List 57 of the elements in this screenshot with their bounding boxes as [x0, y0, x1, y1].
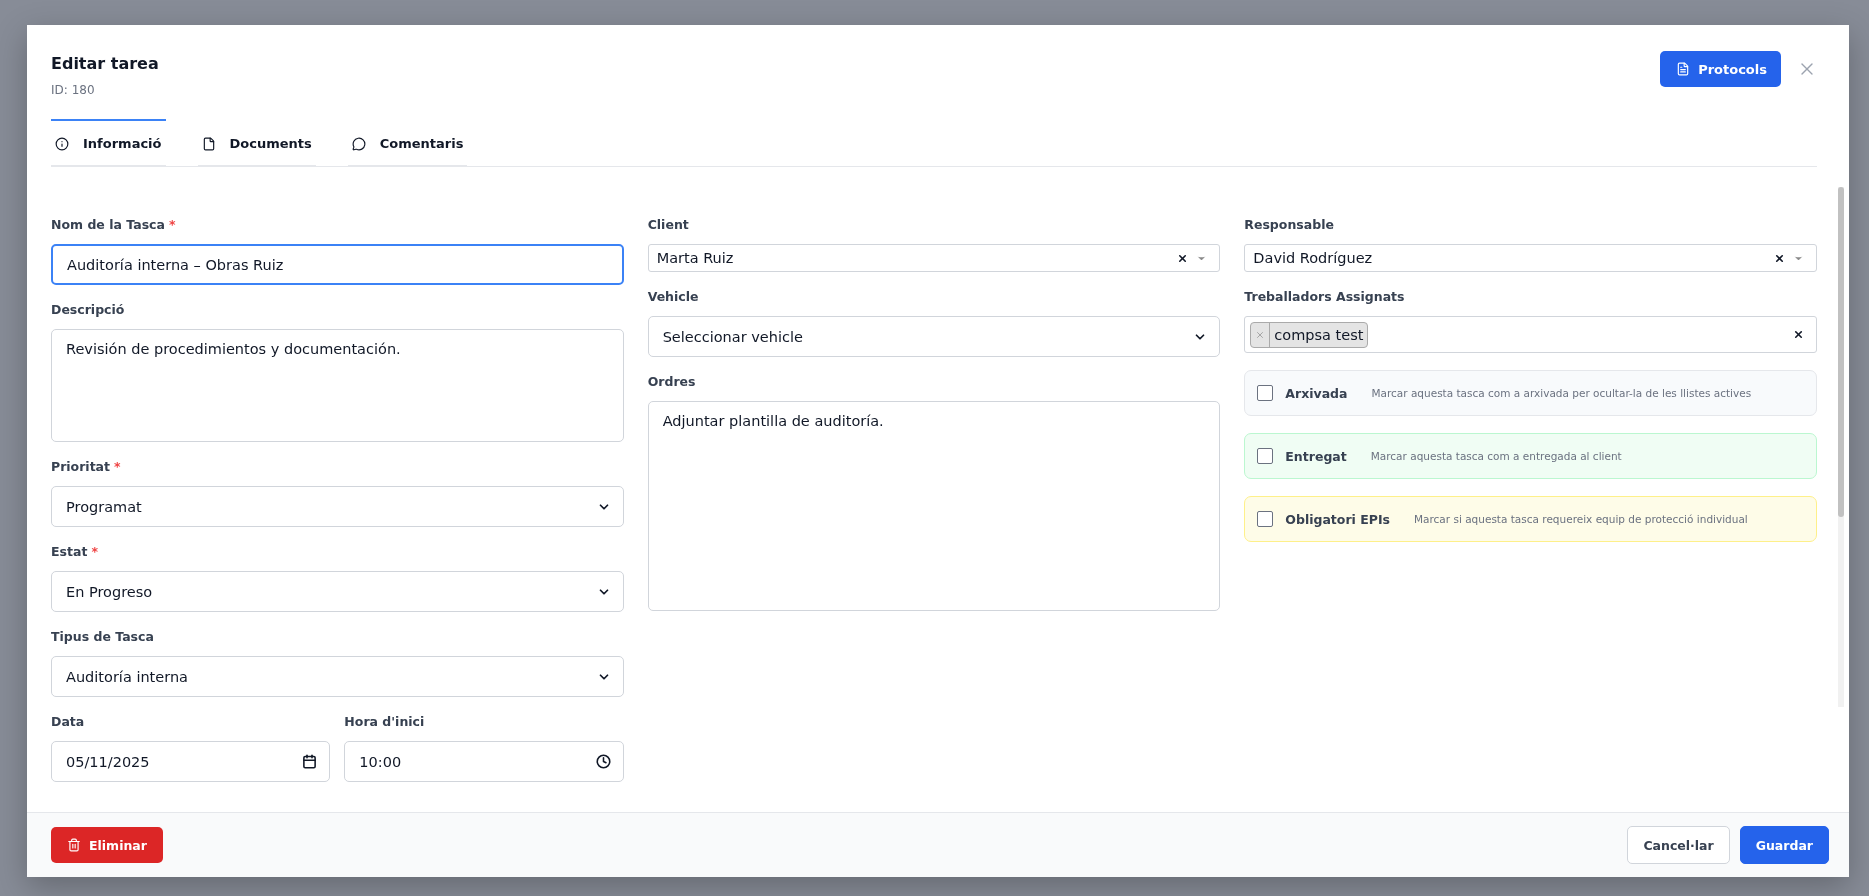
text-input[interactable]: Auditoría interna – Obras Ruiz	[51, 244, 624, 285]
tag-chip: compsa test	[1250, 321, 1369, 348]
select-dropdown[interactable]: En Progreso	[51, 571, 624, 612]
field-label: Estat	[51, 544, 88, 559]
text-area[interactable]: Revisión de procedimientos y documentación.	[51, 329, 624, 442]
field-label: Client	[647, 217, 689, 232]
document-icon	[201, 136, 216, 151]
combo-box[interactable]: Marta Ruiz	[647, 244, 1221, 272]
tab[interactable]: Comentaris	[347, 119, 468, 166]
option-hint: Marcar aquesta tasca com a entregada al client	[1370, 450, 1622, 462]
field-label: Tipus de Tasca	[51, 629, 154, 644]
tab[interactable]: Documents	[197, 119, 316, 166]
protocols-button[interactable]: Protocols	[1660, 51, 1781, 87]
checkbox[interactable]	[1257, 511, 1274, 527]
field-label: Nom de la Tasca	[51, 217, 165, 232]
checkbox[interactable]	[1257, 448, 1274, 464]
calendar-icon	[302, 754, 318, 769]
field-label: Treballadors Assignats	[1244, 289, 1405, 304]
required-mark: *	[168, 217, 176, 232]
select-dropdown[interactable]: Auditoría interna	[51, 656, 624, 697]
clear-icon[interactable]	[1793, 329, 1804, 340]
required-mark: *	[114, 459, 121, 474]
info-icon	[55, 136, 69, 151]
chat-bubble-icon	[351, 136, 366, 151]
select-dropdown[interactable]: Programat	[51, 486, 624, 527]
date-input[interactable]: 05/11/2025	[51, 741, 331, 782]
field-label: Vehicle	[647, 289, 699, 304]
field-label: Descripció	[51, 302, 125, 317]
time-input[interactable]: 10:00	[344, 741, 624, 782]
clear-icon[interactable]	[1177, 252, 1189, 264]
select-dropdown[interactable]: Seleccionar vehicle	[647, 316, 1221, 357]
option-label: Arxivada	[1285, 385, 1348, 401]
option-label: Obligatori EPIs	[1285, 511, 1390, 527]
dialog-subtitle: ID: 180	[51, 83, 96, 97]
field-label: Data	[51, 714, 85, 729]
combo-box[interactable]: David Rodríguez	[1244, 244, 1817, 272]
clear-icon[interactable]	[1774, 252, 1785, 264]
scrollbar[interactable]	[1838, 187, 1844, 707]
clock-icon	[595, 754, 611, 769]
field-label: Responsable	[1244, 217, 1334, 232]
option-label: Entregat	[1285, 448, 1347, 464]
dialog-title: Editar tarea	[51, 54, 159, 73]
option-hint: Marcar si aquesta tasca requereix equip de protecció individual	[1414, 513, 1748, 525]
required-mark: *	[91, 544, 98, 559]
option-hint: Marcar aquesta tasca com a arxivada per ocultar-la de les llistes actives	[1371, 387, 1752, 399]
tab[interactable]: Informació	[51, 119, 166, 166]
trash-icon	[67, 838, 81, 852]
save-button[interactable]: Guardar	[1739, 826, 1829, 864]
cancel-button[interactable]: Cancel·lar	[1627, 826, 1730, 864]
text-area[interactable]: Adjuntar plantilla de auditoría.	[647, 401, 1221, 611]
field-label: Ordres	[647, 374, 696, 389]
checkbox[interactable]	[1257, 385, 1274, 401]
document-icon	[1676, 62, 1691, 76]
tag-input[interactable]: compsa test	[1244, 316, 1817, 353]
delete-button[interactable]: Eliminar	[51, 827, 163, 863]
field-label: Hora d'inici	[344, 714, 425, 729]
field-label: Prioritat	[51, 459, 111, 474]
